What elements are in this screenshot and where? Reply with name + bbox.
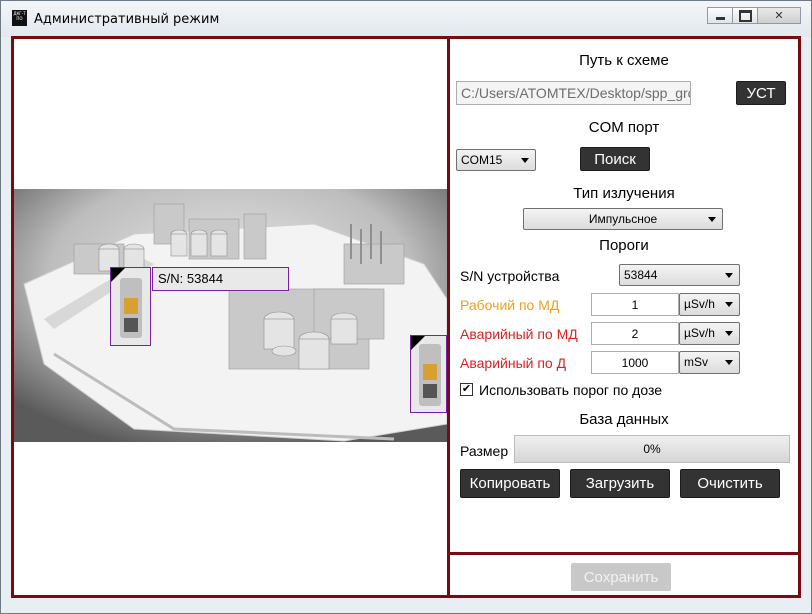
- radiation-type-value: Импульсное: [588, 212, 658, 226]
- chevron-down-icon: [725, 273, 733, 278]
- scheme-path-title: Путь к схеме: [579, 52, 669, 69]
- app-icon: ДКГ-Т ПО: [12, 10, 27, 26]
- work-md-input[interactable]: 1: [591, 293, 679, 316]
- alarm-d-unit-select[interactable]: mSv: [679, 351, 740, 374]
- client-area: S/N: 53844 Путь к схеме C:/Users/ATOMTEX…: [11, 36, 801, 598]
- work-md-unit-select[interactable]: µSv/h: [679, 293, 740, 316]
- sn-device-select[interactable]: 53844: [619, 264, 740, 286]
- com-port-value: COM15: [461, 153, 503, 167]
- search-port-button[interactable]: Поиск: [580, 147, 650, 171]
- window-controls: ✕: [707, 7, 801, 24]
- maximize-button[interactable]: [732, 7, 758, 24]
- database-size-progress: 0%: [514, 435, 790, 463]
- plant-scheme-view[interactable]: S/N: 53844: [14, 189, 447, 442]
- alarm-d-unit: mSv: [684, 355, 708, 369]
- alarm-md-input[interactable]: 2: [591, 322, 679, 345]
- copy-button[interactable]: Копировать: [460, 469, 560, 498]
- com-port-select[interactable]: COM15: [456, 149, 536, 171]
- alarm-d-input[interactable]: 1000: [591, 351, 679, 374]
- alarm-d-label: Аварийный по Д: [460, 355, 567, 371]
- chevron-down-icon: [708, 217, 716, 222]
- footer-divider: [450, 552, 798, 555]
- radiation-type-title: Тип излучения: [573, 185, 675, 202]
- use-dose-threshold-label: Использовать порог по дозе: [479, 382, 663, 398]
- dosimeter-icon: [419, 344, 441, 406]
- plant-scheme-image: [14, 189, 447, 442]
- use-dose-threshold-checkbox[interactable]: ✔: [460, 383, 473, 396]
- chevron-down-icon: [725, 302, 733, 307]
- chevron-down-icon: [725, 360, 733, 365]
- com-port-title: COM порт: [588, 119, 660, 136]
- device-sn-label: S/N: 53844: [152, 267, 289, 291]
- work-md-unit: µSv/h: [684, 297, 715, 311]
- dosimeter-icon: [120, 278, 142, 338]
- dosimeter-screen: [124, 298, 138, 314]
- checkmark-icon: ✔: [461, 383, 472, 395]
- alarm-md-unit: µSv/h: [684, 326, 715, 340]
- chevron-down-icon: [725, 331, 733, 336]
- thresholds-title: Пороги: [599, 237, 649, 254]
- database-title: База данных: [579, 411, 669, 428]
- minimize-button[interactable]: [707, 7, 733, 24]
- scheme-path-field[interactable]: C:/Users/ATOMTEX/Desktop/spp_grc: [456, 81, 691, 105]
- clear-button[interactable]: Очистить: [680, 469, 780, 498]
- dosimeter-screen: [423, 364, 437, 380]
- chevron-down-icon: [521, 158, 529, 163]
- settings-panel: Путь к схеме C:/Users/ATOMTEX/Desktop/sp…: [450, 39, 798, 552]
- close-button[interactable]: ✕: [757, 7, 801, 24]
- radiation-type-select[interactable]: Импульсное: [523, 208, 723, 230]
- load-button[interactable]: Загрузить: [570, 469, 670, 498]
- size-label: Размер: [460, 443, 509, 459]
- work-md-label: Рабочий по МД: [460, 297, 560, 313]
- device-marker-2[interactable]: [410, 335, 447, 413]
- alarm-md-label: Аварийный по МД: [460, 326, 578, 342]
- window-title: Административный режим: [34, 12, 220, 27]
- app-window: ДКГ-Т ПО Административный режим ✕ S/N: 5…: [0, 0, 812, 614]
- alarm-md-unit-select[interactable]: µSv/h: [679, 322, 740, 345]
- set-path-button[interactable]: УСТ: [736, 81, 786, 105]
- progress-text: 0%: [643, 442, 661, 456]
- save-button[interactable]: Сохранить: [571, 563, 671, 591]
- dosimeter-keypad: [124, 318, 138, 332]
- title-bar[interactable]: ДКГ-Т ПО Административный режим ✕: [1, 1, 811, 37]
- sn-device-value: 53844: [624, 268, 658, 282]
- device-marker-53844[interactable]: [110, 267, 151, 346]
- sn-device-label: S/N устройства: [460, 268, 560, 284]
- dosimeter-keypad: [423, 384, 437, 398]
